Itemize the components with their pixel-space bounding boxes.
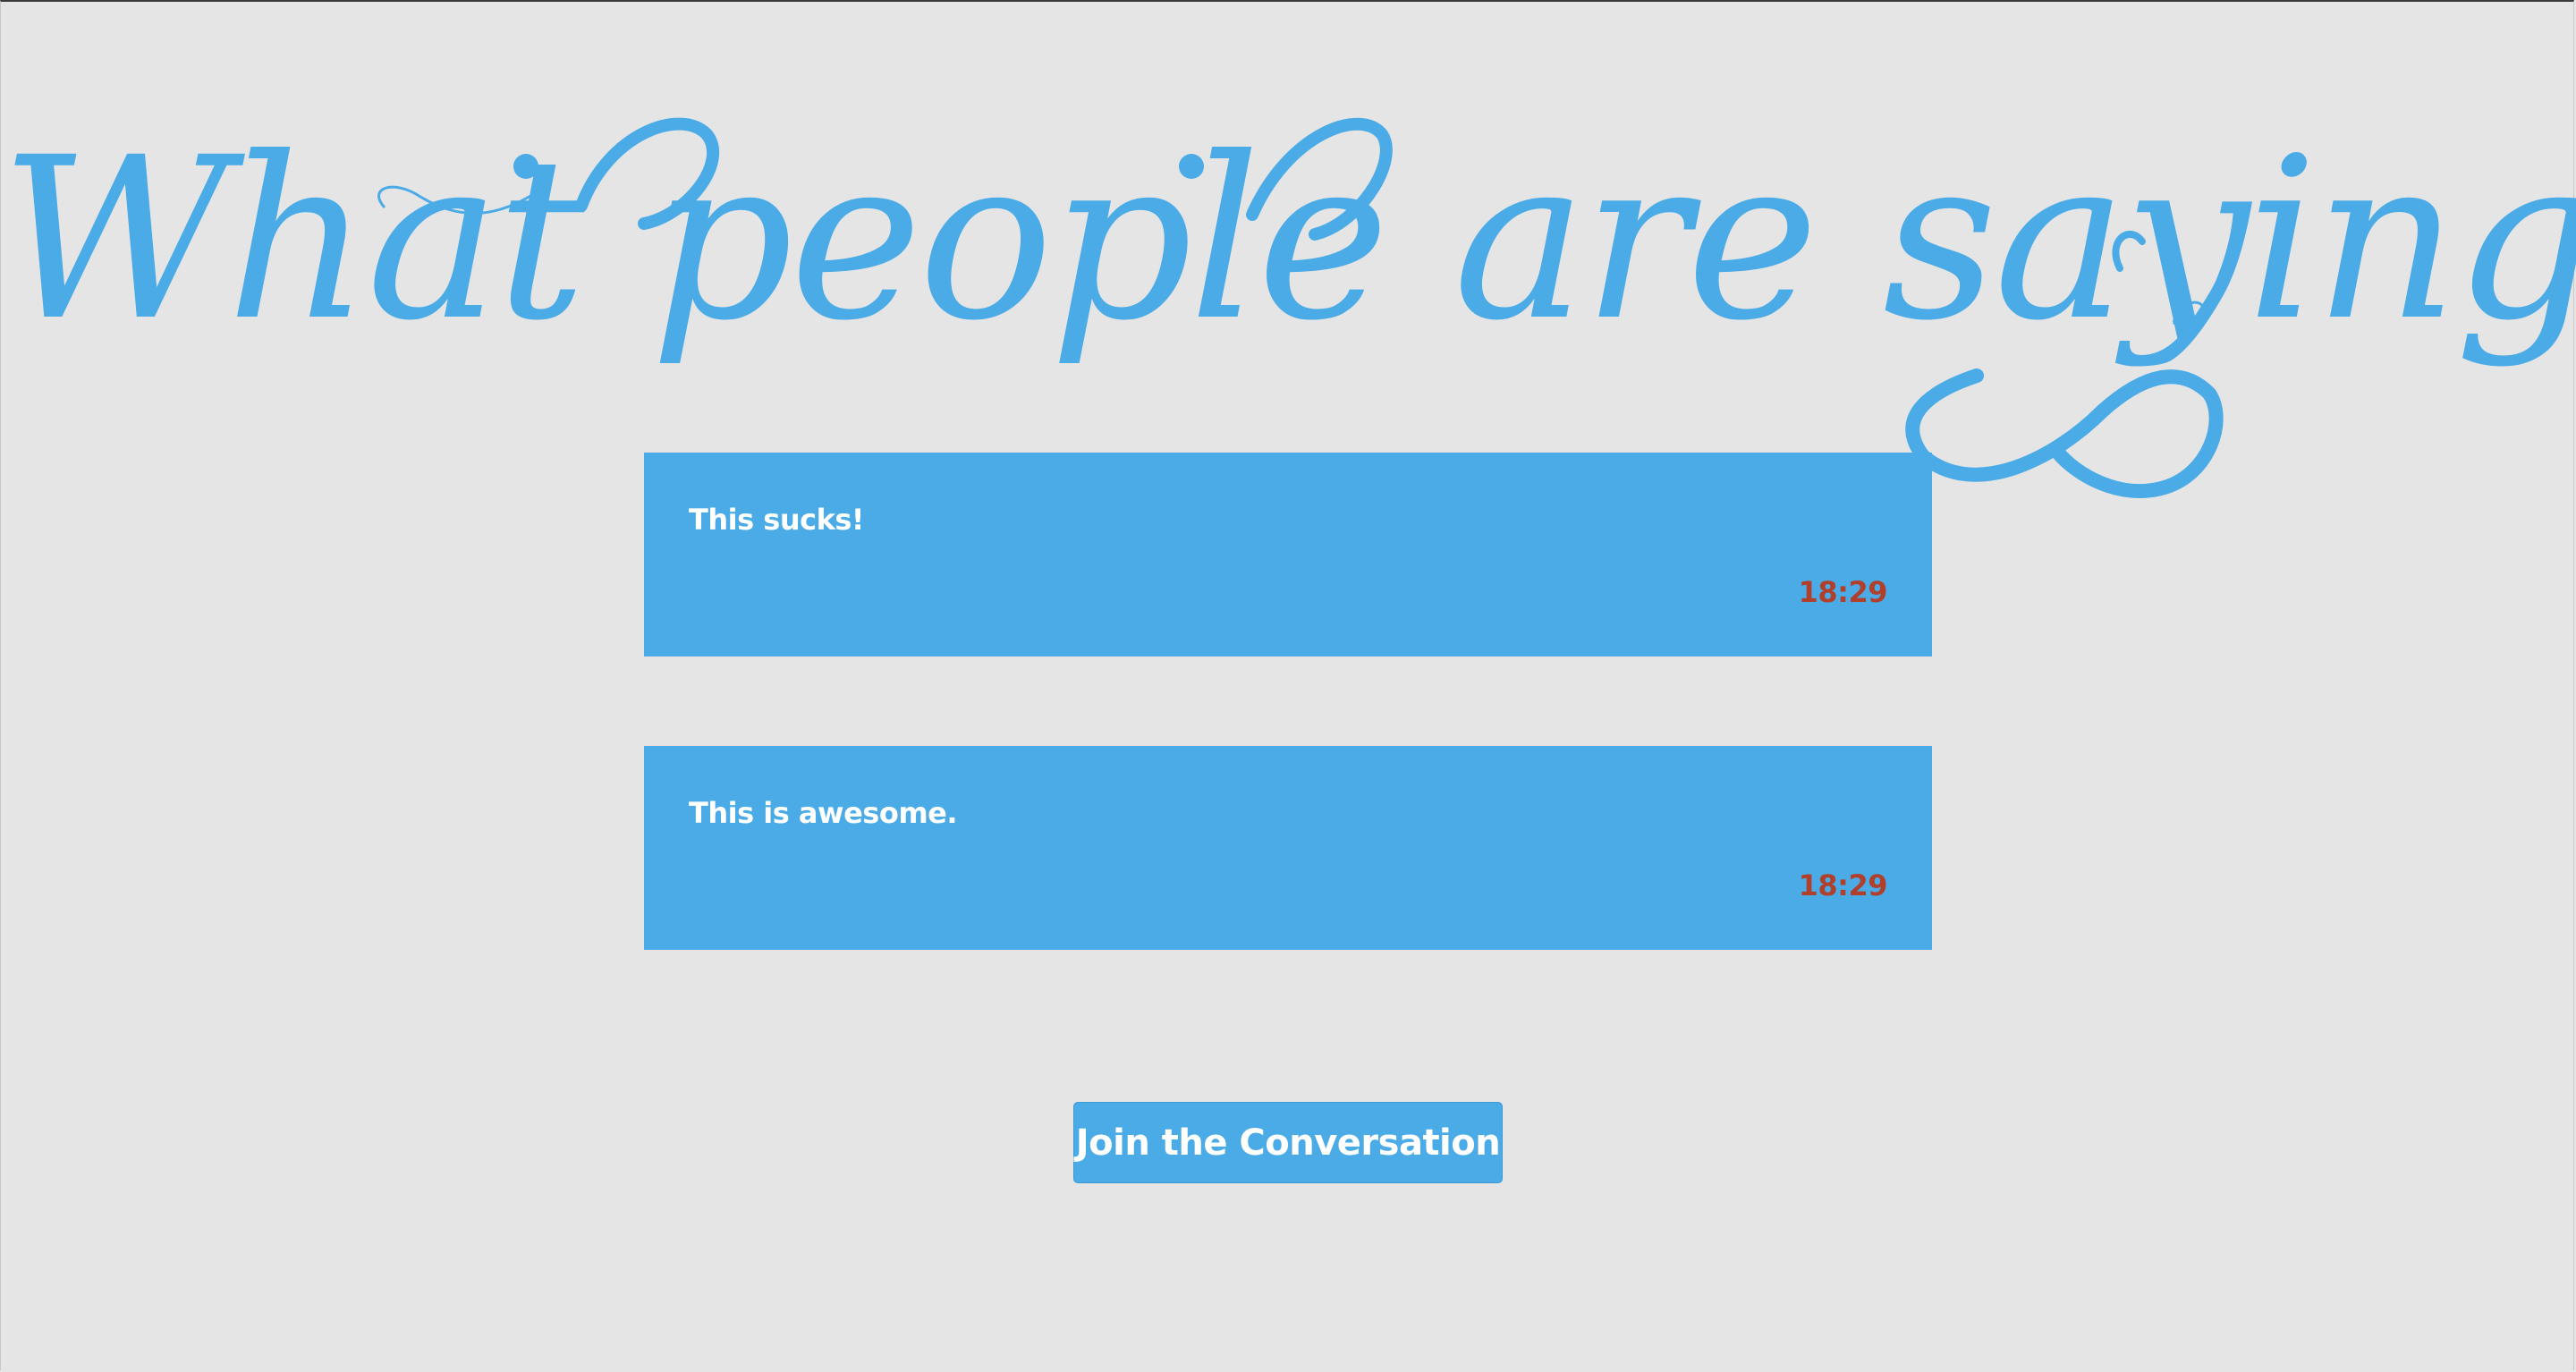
comment-card: This sucks! 18:29	[644, 453, 1932, 656]
comment-card: This is awesome. 18:29	[644, 746, 1932, 950]
comment-text: This sucks!	[689, 503, 864, 537]
join-conversation-button[interactable]: Join the Conversation	[1073, 1102, 1503, 1183]
comment-text: This is awesome.	[689, 796, 958, 830]
comment-timestamp: 18:29	[1798, 868, 1888, 902]
page-title: What people are saying	[0, 109, 2576, 369]
comment-timestamp: 18:29	[1798, 575, 1888, 609]
